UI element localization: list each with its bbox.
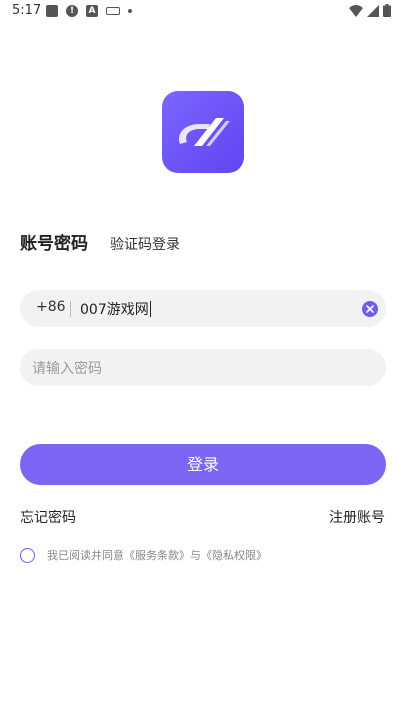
clear-icon[interactable] [362,301,378,317]
login-button[interactable]: 登录 [20,444,386,485]
notification-icons: ! A [46,5,132,17]
battery-icon [383,4,391,17]
phone-input-value: 007游戏网 [80,302,149,318]
status-time: 5:17 [12,3,42,18]
agreement-text[interactable]: 我已阅读并同意《服务条款》与《隐私权限》 [47,547,267,563]
a-notification-icon: A [86,5,98,17]
password-input[interactable] [30,349,374,388]
phone-input[interactable]: 007游戏网 [80,299,151,319]
password-field-container [20,349,386,388]
wifi-icon [349,4,363,17]
register-link[interactable]: 注册账号 [329,507,385,527]
login-mode-tabs: 账号密码 验证码登录 [20,229,180,254]
tab-account-password[interactable]: 账号密码 [20,229,88,254]
tab-verification-code[interactable]: 验证码登录 [110,234,180,254]
logo-mark-icon [178,118,230,146]
alert-icon: ! [66,5,78,17]
notification-square-icon [46,5,58,17]
country-code-selector[interactable]: +86 [36,299,66,315]
app-logo-icon [162,91,244,173]
status-bar: 5:17 ! A [0,0,405,24]
divider [70,301,71,317]
system-icons [349,4,391,17]
more-dot-icon [128,9,132,13]
agreement-radio[interactable] [20,547,35,563]
signal-icon [367,4,379,17]
forgot-password-link[interactable]: 忘记密码 [20,507,76,527]
text-caret [149,301,151,317]
keyboard-icon [106,7,120,15]
phone-field[interactable]: +86 007游戏网 [20,290,386,327]
agreement-row: 我已阅读并同意《服务条款》与《隐私权限》 [20,547,267,563]
